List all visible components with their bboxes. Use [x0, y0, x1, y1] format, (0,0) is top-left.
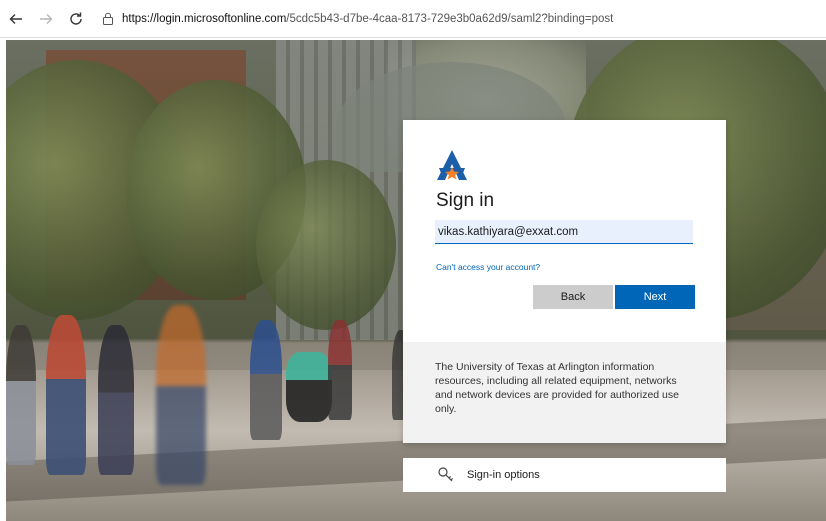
arrow-right-icon — [40, 13, 53, 24]
notice-panel: The University of Texas at Arlington inf… — [403, 342, 726, 443]
back-nav-button[interactable] — [2, 5, 30, 33]
back-button[interactable]: Back — [533, 285, 613, 309]
address-bar[interactable]: https://login.microsoftonline.com/5cdc5b… — [102, 6, 613, 32]
url-path: /5cdc5b43-d7be-4caa-8173-729e3b0a62d9/sa… — [286, 12, 614, 25]
signin-card: Sign in Can't access your account? Back … — [403, 120, 726, 443]
reload-icon — [70, 12, 82, 25]
reload-button[interactable] — [62, 5, 90, 33]
notice-text: The University of Texas at Arlington inf… — [435, 361, 679, 415]
signin-options-button[interactable]: Sign-in options — [403, 458, 726, 492]
url-host: https://login.microsoftonline.com — [122, 12, 287, 25]
email-field[interactable] — [435, 220, 693, 244]
signin-options-label: Sign-in options — [467, 469, 540, 481]
lock-icon — [102, 12, 114, 25]
key-icon — [437, 466, 455, 484]
next-button[interactable]: Next — [615, 285, 695, 309]
browser-toolbar: https://login.microsoftonline.com/5cdc5b… — [0, 0, 826, 38]
forward-nav-button[interactable] — [32, 5, 60, 33]
arrow-left-icon — [9, 13, 22, 24]
cant-access-link[interactable]: Can't access your account? — [436, 262, 540, 272]
uta-logo-icon — [437, 150, 467, 180]
page-title: Sign in — [436, 190, 495, 211]
